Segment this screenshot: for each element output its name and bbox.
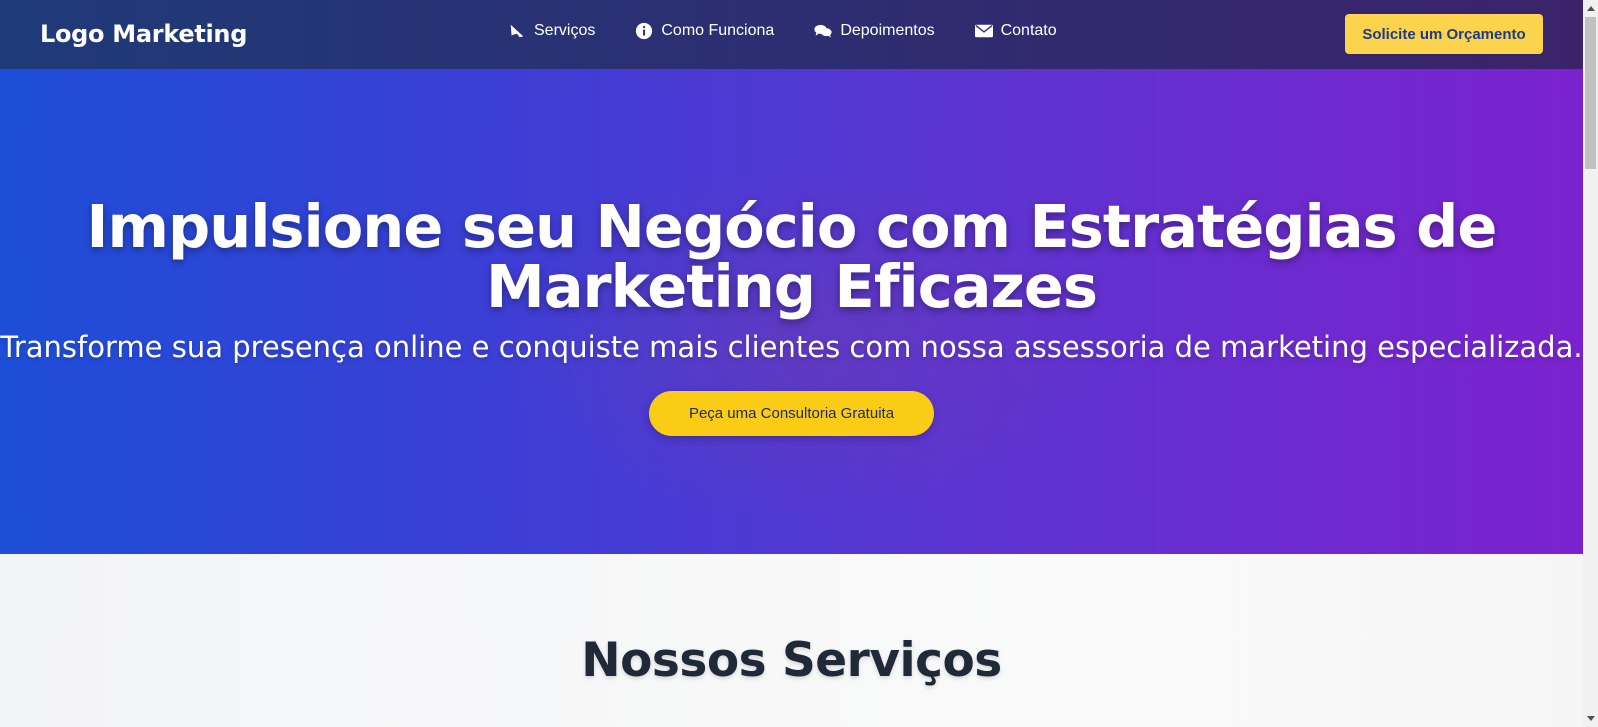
request-quote-button[interactable]: Solicite um Orçamento <box>1345 14 1543 54</box>
envelope-icon <box>974 22 993 40</box>
comments-icon <box>814 22 832 40</box>
top-navbar: Logo Marketing Serviços Como Funciona De… <box>0 0 1583 69</box>
nav-link-label: Serviços <box>534 22 596 39</box>
nav-link-label: Como Funciona <box>661 22 775 39</box>
nav-link-label: Contato <box>1000 22 1057 39</box>
info-circle-icon <box>635 22 653 40</box>
scrollbar-thumb[interactable] <box>1585 17 1596 169</box>
nav-link-label: Depoimentos <box>840 22 935 39</box>
services-title: Nossos Serviços <box>581 633 1002 688</box>
nav-link-servicos[interactable]: Serviços <box>508 22 595 40</box>
nav-links: Serviços Como Funciona Depoimentos Conta… <box>508 22 1097 40</box>
vertical-scrollbar[interactable] <box>1583 0 1598 727</box>
hero-title: Impulsione seu Negócio com Estratégias d… <box>86 192 1498 321</box>
services-section: Nossos Serviços <box>0 554 1583 727</box>
scroll-up-arrow-icon[interactable] <box>1583 0 1598 17</box>
logo[interactable]: Logo Marketing <box>40 20 247 48</box>
nav-link-como-funciona[interactable]: Como Funciona <box>635 22 774 40</box>
bullhorn-icon <box>508 22 526 40</box>
nav-link-contato[interactable]: Contato <box>974 22 1057 40</box>
hero-section: Impulsione seu Negócio com Estratégias d… <box>0 69 1583 554</box>
hero-subtitle: Transforme sua presença online e conquis… <box>0 330 1583 364</box>
scroll-down-arrow-icon[interactable] <box>1583 710 1598 727</box>
free-consultation-button[interactable]: Peça uma Consultoria Gratuita <box>649 391 934 436</box>
nav-link-depoimentos[interactable]: Depoimentos <box>814 22 935 40</box>
